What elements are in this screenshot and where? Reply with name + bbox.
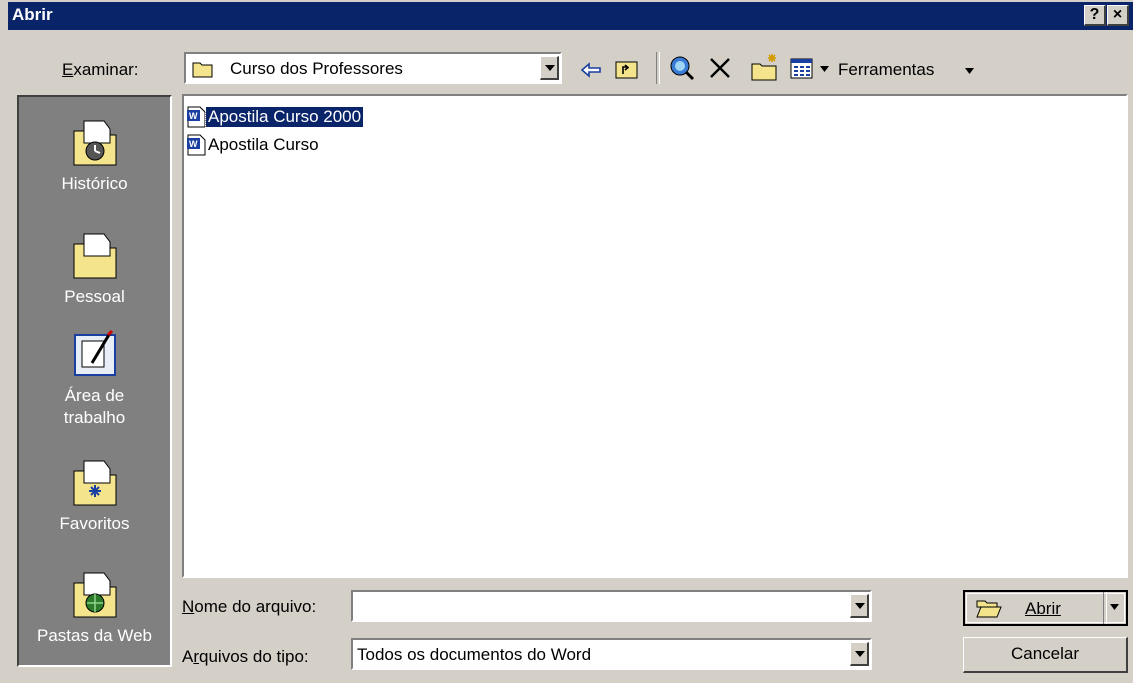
- places-bar: Histórico Pessoal Área de trabalho Favor…: [17, 95, 172, 667]
- open-folder-icon: [976, 600, 1002, 618]
- cancel-button[interactable]: Cancelar: [963, 637, 1128, 673]
- svg-text:W: W: [189, 111, 198, 121]
- tools-dropdown-arrow-icon[interactable]: [965, 68, 975, 76]
- close-button[interactable]: ×: [1107, 5, 1129, 26]
- place-area-de-trabalho[interactable]: Área de trabalho: [19, 329, 170, 429]
- favorites-folder-icon: [73, 460, 116, 506]
- list-item[interactable]: W Apostila Curso: [186, 134, 321, 156]
- history-folder-icon: [73, 120, 116, 166]
- place-favoritos[interactable]: Favoritos: [19, 457, 170, 535]
- new-folder-icon[interactable]: [750, 52, 780, 82]
- filetype-value: Todos os documentos do Word: [357, 645, 592, 664]
- search-web-icon[interactable]: [668, 54, 696, 82]
- look-in-label-rest: xaminar:: [73, 60, 139, 79]
- web-folders-icon: [73, 572, 116, 618]
- open-button-label: Abrir: [1025, 599, 1061, 619]
- personal-folder-icon: [73, 233, 116, 279]
- open-dropdown-arrow-icon[interactable]: [1110, 604, 1120, 612]
- desktop-icon: [73, 329, 116, 376]
- window-title: Abrir: [12, 5, 53, 24]
- title-bar[interactable]: Abrir ? ×: [8, 2, 1133, 30]
- filetype-label-a: A: [182, 647, 194, 666]
- open-dialog: Abrir ? × Examinar: Curso dos Professore…: [0, 0, 1133, 683]
- place-label: Favoritos: [59, 514, 130, 533]
- place-label: Pastas da Web: [37, 626, 152, 645]
- filename-label-rest: ome do arquivo:: [194, 597, 317, 616]
- svg-text:W: W: [189, 139, 198, 149]
- back-arrow-icon[interactable]: [580, 60, 604, 80]
- file-list[interactable]: W Apostila Curso 2000 W Apostila Curso: [182, 94, 1128, 578]
- look-in-combo[interactable]: Curso dos Professores: [184, 52, 562, 84]
- open-button-text: Abrir: [1025, 599, 1061, 618]
- views-icon[interactable]: [790, 58, 814, 80]
- filename-label-accel: N: [182, 597, 195, 616]
- up-one-level-icon[interactable]: [614, 56, 640, 82]
- filetype-label-rest: quivos do tipo:: [199, 647, 309, 666]
- toolbar-separator: [656, 52, 660, 84]
- list-item[interactable]: W Apostila Curso 2000: [186, 106, 365, 128]
- place-pessoal[interactable]: Pessoal: [19, 230, 170, 308]
- look-in-label: Examinar:: [62, 60, 139, 80]
- look-in-dropdown-button[interactable]: [540, 56, 559, 80]
- place-label: Área de trabalho: [63, 386, 126, 427]
- folder-icon: [192, 62, 213, 78]
- place-label: Histórico: [61, 174, 128, 193]
- open-button-separator: [1103, 592, 1107, 624]
- filename-dropdown-button[interactable]: [850, 594, 869, 618]
- place-historico[interactable]: Histórico: [19, 117, 170, 195]
- filetype-dropdown-button[interactable]: [850, 642, 869, 666]
- tools-menu-button[interactable]: Ferramentas: [838, 60, 934, 80]
- look-in-label-accel: E: [62, 60, 74, 79]
- views-dropdown-arrow-icon[interactable]: [820, 66, 830, 74]
- filetype-select[interactable]: Todos os documentos do Word: [351, 638, 872, 670]
- file-name: Apostila Curso 2000: [204, 106, 365, 128]
- help-button[interactable]: ?: [1084, 5, 1106, 26]
- file-name: Apostila Curso: [208, 135, 319, 154]
- place-label: Pessoal: [64, 287, 125, 306]
- delete-icon[interactable]: [708, 56, 732, 80]
- filename-input[interactable]: [351, 590, 872, 622]
- filename-label: Nome do arquivo:: [182, 597, 316, 617]
- open-button[interactable]: Abrir: [963, 590, 1128, 626]
- filetype-label: Arquivos do tipo:: [182, 647, 309, 667]
- word-document-icon: W: [187, 106, 206, 128]
- look-in-value: Curso dos Professores: [230, 59, 403, 78]
- word-document-icon: W: [187, 134, 206, 156]
- place-pastas-da-web[interactable]: Pastas da Web: [19, 569, 170, 647]
